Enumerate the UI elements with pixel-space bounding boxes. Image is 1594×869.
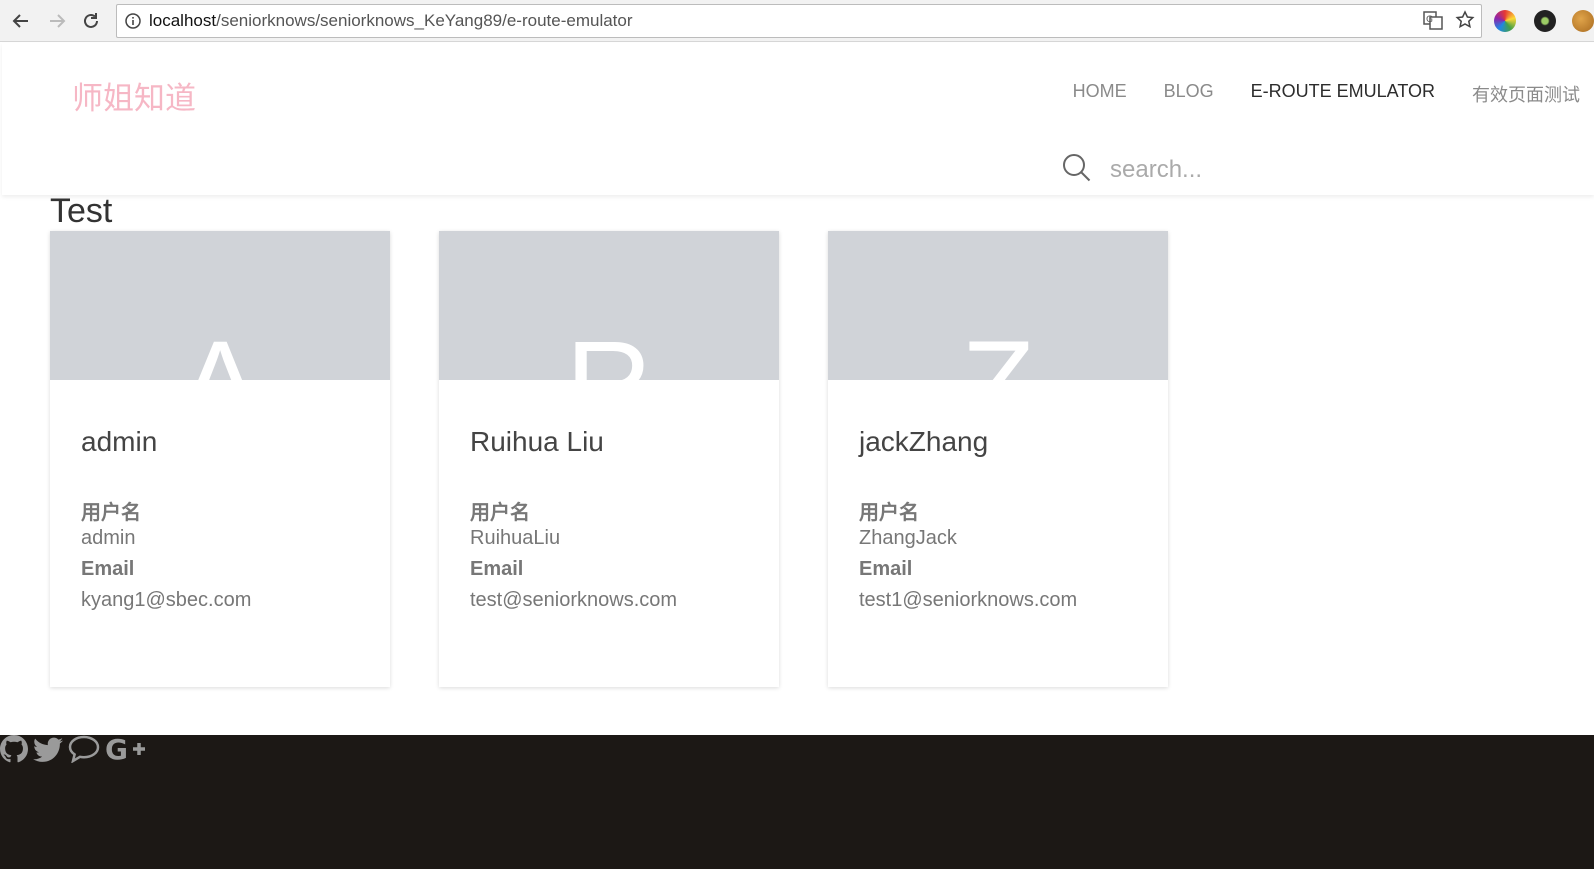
search-bar (1062, 153, 1410, 187)
username-value: admin (81, 527, 136, 549)
email-label: Email (859, 558, 913, 580)
url-text: localhost/seniorknows/seniorknows_KeYang… (149, 11, 633, 30)
username-value: ZhangJack (859, 527, 957, 549)
site-footer: G (0, 733, 1594, 869)
google-plus-icon[interactable]: G (105, 733, 147, 767)
user-card[interactable]: Z jackZhang 用户名 ZhangJack Email test1@se… (828, 231, 1168, 687)
address-bar[interactable]: localhost/seniorknows/seniorknows_KeYang… (116, 4, 1482, 38)
search-icon[interactable] (1062, 153, 1092, 187)
card-banner: R (439, 231, 779, 380)
card-initial: R (439, 323, 779, 380)
bookmark-star-icon[interactable] (1455, 10, 1475, 34)
reload-icon (84, 13, 98, 28)
card-name: Ruihua Liu (470, 426, 604, 457)
username-value: RuihuaLiu (470, 527, 561, 549)
forward-arrow-icon (50, 14, 66, 28)
github-icon[interactable] (0, 735, 33, 767)
site-header: 师姐知道 HOME BLOG E-ROUTE EMULATOR 有效页面测试 (2, 43, 1594, 195)
svg-text:G: G (1426, 15, 1433, 25)
card-initial: Z (828, 323, 1168, 380)
comment-icon[interactable] (68, 735, 105, 767)
username-label: 用户名 (859, 502, 919, 524)
nav-e-route-emulator[interactable]: E-ROUTE EMULATOR (1251, 81, 1435, 107)
email-value: kyang1@sbec.com (81, 589, 252, 611)
reload-button[interactable] (74, 0, 108, 42)
card-banner: Z (828, 231, 1168, 380)
cookie-extension-icon[interactable] (1572, 10, 1594, 32)
email-label: Email (470, 558, 524, 580)
back-button[interactable] (4, 0, 38, 42)
back-arrow-icon (12, 14, 28, 28)
nav-valid-page-test[interactable]: 有效页面测试 (1472, 81, 1580, 107)
nav-home[interactable]: HOME (1073, 81, 1127, 107)
username-label: 用户名 (81, 502, 141, 524)
nav-blog[interactable]: BLOG (1164, 81, 1214, 107)
card-banner: A (50, 231, 390, 380)
eye-extension-icon[interactable] (1534, 10, 1556, 32)
forward-button[interactable] (40, 0, 74, 42)
card-initial: A (50, 323, 390, 380)
twitter-icon[interactable] (33, 737, 68, 767)
username-label: 用户名 (470, 502, 530, 524)
site-logo[interactable]: 师姐知道 (72, 73, 196, 118)
svg-text:G: G (105, 735, 128, 763)
info-icon[interactable] (117, 13, 149, 29)
user-card[interactable]: A admin 用户名 admin Email kyang1@sbec.com (50, 231, 390, 687)
email-value: test@seniorknows.com (470, 589, 678, 611)
browser-toolbar: localhost/seniorknows/seniorknows_KeYang… (0, 0, 1594, 42)
main-nav: HOME BLOG E-ROUTE EMULATOR 有效页面测试 (1036, 81, 1594, 107)
email-label: Email (81, 558, 135, 580)
search-input[interactable] (1110, 156, 1410, 184)
translate-icon[interactable]: G (1423, 10, 1443, 34)
card-name: jackZhang (859, 426, 989, 457)
card-name: admin (81, 426, 158, 457)
user-card[interactable]: R Ruihua Liu 用户名 RuihuaLiu Email test@se… (439, 231, 779, 687)
page-title: Test (50, 192, 113, 230)
color-picker-extension-icon[interactable] (1494, 10, 1516, 32)
email-value: test1@seniorknows.com (859, 589, 1078, 611)
